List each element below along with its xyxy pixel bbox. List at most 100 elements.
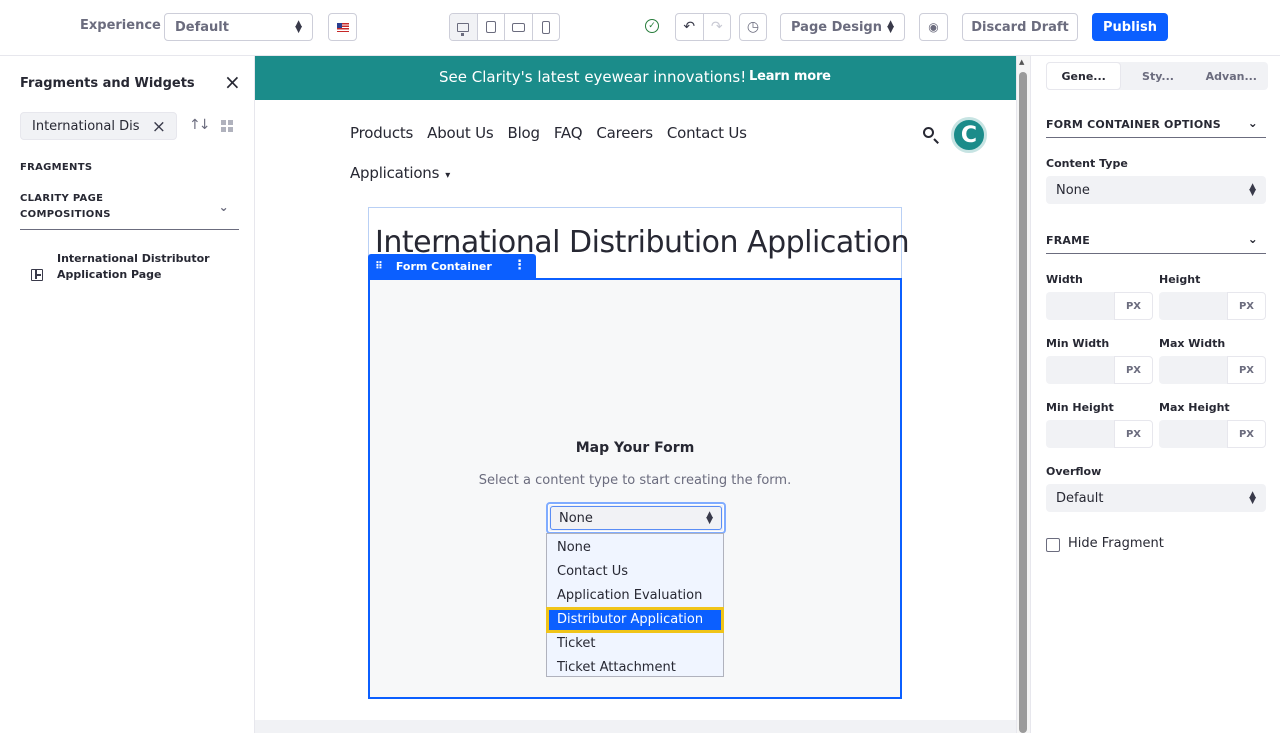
- min-width-field[interactable]: PX: [1046, 356, 1153, 384]
- max-height-input[interactable]: [1159, 420, 1227, 448]
- option-distributor-application[interactable]: Distributor Application: [546, 607, 724, 633]
- avatar[interactable]: C: [951, 117, 987, 153]
- max-width-input[interactable]: [1159, 356, 1227, 384]
- min-width-input[interactable]: [1046, 356, 1114, 384]
- page-preview: See Clarity's latest eyewear innovations…: [255, 56, 1016, 720]
- eye-icon: ◉: [928, 20, 939, 34]
- unit-label[interactable]: PX: [1114, 420, 1153, 448]
- collection-header[interactable]: CLARITY PAGE COMPOSITIONS ⌄: [20, 191, 239, 230]
- learn-more-link[interactable]: Learn more: [749, 69, 831, 84]
- height-input[interactable]: [1159, 292, 1227, 320]
- experience-value: Default: [175, 19, 229, 35]
- clear-search-icon[interactable]: ×: [152, 117, 166, 137]
- grid-view-icon[interactable]: [221, 120, 233, 132]
- undo-button[interactable]: ↶: [676, 14, 704, 40]
- page-mode-select[interactable]: Page Design ▲ ▼: [780, 13, 905, 41]
- overflow-select[interactable]: Default ▲ ▼: [1046, 484, 1266, 512]
- hide-fragment-label[interactable]: Hide Fragment: [1068, 536, 1164, 551]
- landscape-view-button[interactable]: [505, 14, 533, 40]
- form-container-options-header[interactable]: FORM CONTAINER OPTIONS ⌄: [1046, 116, 1266, 138]
- nav-item-faq[interactable]: FAQ: [554, 124, 583, 142]
- form-container[interactable]: Map Your Form Select a content type to s…: [368, 278, 902, 699]
- page-mode-value: Page Design: [791, 19, 882, 35]
- publish-button[interactable]: Publish: [1092, 13, 1168, 41]
- unit-label[interactable]: PX: [1227, 420, 1266, 448]
- config-tabs: Gene... Sty... Advan...: [1046, 62, 1268, 90]
- nav-item-products[interactable]: Products: [350, 124, 413, 142]
- tab-advanced[interactable]: Advan...: [1195, 62, 1268, 90]
- fragments-panel: Fragments and Widgets × International Di…: [0, 56, 255, 733]
- min-height-field[interactable]: PX: [1046, 420, 1153, 448]
- device-selector: [449, 13, 560, 41]
- nav-item-careers[interactable]: Careers: [596, 124, 653, 142]
- tab-general[interactable]: Gene...: [1046, 62, 1122, 90]
- nav-item-blog[interactable]: Blog: [507, 124, 540, 142]
- form-container-topper[interactable]: ⠿ Form Container ⋮: [368, 254, 536, 278]
- experience-select[interactable]: Default ▲ ▼: [164, 13, 313, 41]
- width-field[interactable]: PX: [1046, 292, 1153, 320]
- tablet-icon: [485, 21, 496, 33]
- content-type-dropdown: None Contact Us Application Evaluation D…: [546, 533, 724, 677]
- overflow-label: Overflow: [1046, 465, 1102, 478]
- scroll-up-icon[interactable]: ▲: [1019, 58, 1024, 66]
- min-height-input[interactable]: [1046, 420, 1114, 448]
- option-ticket[interactable]: Ticket: [547, 632, 723, 656]
- content-type-field[interactable]: None ▲ ▼: [1046, 176, 1266, 204]
- history-button[interactable]: ◷: [739, 13, 767, 41]
- promo-banner: See Clarity's latest eyewear innovations…: [255, 56, 1016, 100]
- drag-handle-icon[interactable]: ⠿: [375, 261, 383, 272]
- unit-label[interactable]: PX: [1114, 356, 1153, 384]
- unit-label[interactable]: PX: [1227, 356, 1266, 384]
- unit-label[interactable]: PX: [1114, 292, 1153, 320]
- content-type-label: Content Type: [1046, 157, 1128, 170]
- frame-header[interactable]: FRAME ⌄: [1046, 232, 1266, 254]
- min-width-label: Min Width: [1046, 337, 1110, 350]
- option-ticket-attachment[interactable]: Ticket Attachment: [547, 656, 723, 680]
- height-field[interactable]: PX: [1159, 292, 1266, 320]
- phone-view-button[interactable]: [533, 14, 560, 40]
- nav-item-about-us[interactable]: About Us: [427, 124, 494, 142]
- max-width-label: Max Width: [1159, 337, 1226, 350]
- max-width-field[interactable]: PX: [1159, 356, 1266, 384]
- form-container-label: Form Container: [395, 259, 492, 273]
- max-height-field[interactable]: PX: [1159, 420, 1266, 448]
- page-template-icon: [31, 269, 43, 281]
- unit-label[interactable]: PX: [1227, 292, 1266, 320]
- chevron-down-icon: ▾: [445, 170, 451, 181]
- language-button[interactable]: [328, 13, 357, 41]
- section-label: FRAME: [1046, 234, 1090, 247]
- map-form-subtitle: Select a content type to start creating …: [478, 473, 792, 488]
- desktop-view-button[interactable]: [450, 14, 478, 40]
- main-nav: Products About Us Blog FAQ Careers Conta…: [350, 124, 747, 142]
- sort-icon[interactable]: ↑↓: [189, 117, 211, 133]
- search-input[interactable]: International Dis ×: [20, 112, 177, 140]
- nav-item-applications[interactable]: Applications ▾: [350, 164, 450, 182]
- fragments-section-label: FRAGMENTS: [20, 162, 93, 173]
- width-input[interactable]: [1046, 292, 1114, 320]
- search-value: International Dis: [32, 118, 140, 134]
- configuration-panel: Gene... Sty... Advan... FORM CONTAINER O…: [1030, 56, 1280, 733]
- hide-fragment-checkbox[interactable]: [1046, 538, 1060, 552]
- select-arrows-icon: ▲ ▼: [295, 19, 302, 35]
- select-arrows-icon: ▲ ▼: [706, 510, 713, 526]
- canvas-scrollbar[interactable]: ▲: [1016, 56, 1030, 733]
- redo-button[interactable]: ↷: [704, 14, 731, 40]
- option-none[interactable]: None: [547, 536, 723, 560]
- nav-item-contact-us[interactable]: Contact Us: [667, 124, 747, 142]
- content-type-select[interactable]: None ▲ ▼: [546, 502, 726, 534]
- search-icon[interactable]: [923, 127, 934, 138]
- tablet-view-button[interactable]: [478, 14, 505, 40]
- fragment-item[interactable]: International Distributor Application Pa…: [57, 251, 217, 283]
- close-icon[interactable]: ×: [224, 72, 241, 92]
- option-contact-us[interactable]: Contact Us: [547, 560, 723, 584]
- tab-styles[interactable]: Sty...: [1121, 62, 1194, 90]
- kebab-menu-icon[interactable]: ⋮: [513, 258, 526, 273]
- select-arrows-icon: ▲ ▼: [1249, 182, 1256, 198]
- preview-button[interactable]: ◉: [919, 13, 948, 41]
- discard-draft-button[interactable]: Discard Draft: [962, 13, 1078, 41]
- chevron-down-icon: ⌄: [1247, 116, 1258, 130]
- option-application-evaluation[interactable]: Application Evaluation: [547, 584, 723, 608]
- scroll-thumb[interactable]: [1019, 72, 1027, 733]
- desktop-icon: [457, 22, 470, 36]
- width-label: Width: [1046, 273, 1083, 286]
